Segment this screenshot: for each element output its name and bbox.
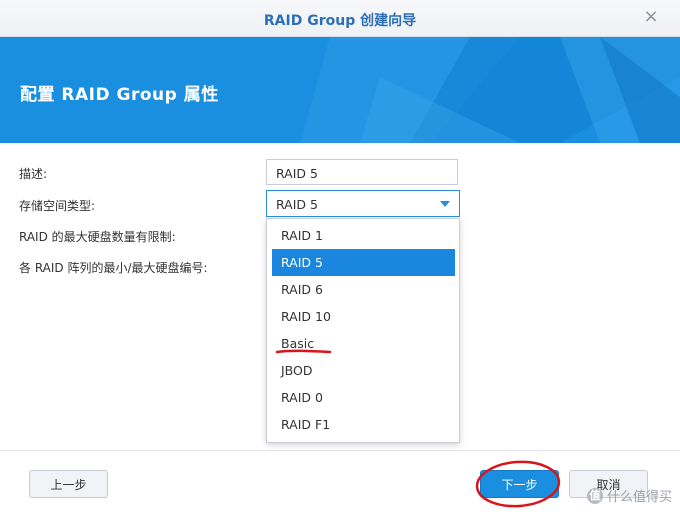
dropdown-option-raid5[interactable]: RAID 5	[272, 249, 455, 276]
chevron-down-icon[interactable]	[440, 201, 450, 207]
storage-type-select[interactable]: RAID 5	[266, 190, 460, 217]
max-disks-label: RAID 的最大硬盘数量有限制:	[19, 230, 176, 244]
watermark: 值 什么值得买	[586, 486, 672, 505]
window-title: RAID Group 创建向导	[263, 13, 417, 29]
description-label: 描述:	[19, 167, 48, 181]
min-max-disks-label: 各 RAID 阵列的最小/最大硬盘编号:	[19, 261, 208, 275]
dropdown-option-jbod[interactable]: JBOD	[272, 357, 455, 384]
dropdown-option-raid0[interactable]: RAID 0	[272, 384, 455, 411]
next-button[interactable]: 下一步	[480, 470, 559, 498]
window-titlebar: RAID Group 创建向导 ×	[0, 0, 680, 37]
storage-type-dropdown: RAID 1 RAID 5 RAID 6 RAID 10 Basic JBOD …	[266, 218, 460, 443]
description-field[interactable]: RAID 5	[266, 159, 458, 185]
dropdown-option-raid1[interactable]: RAID 1	[272, 222, 455, 249]
header-banner: 配置 RAID Group 属性	[0, 37, 680, 143]
storage-type-label: 存储空间类型:	[19, 199, 96, 213]
previous-button[interactable]: 上一步	[29, 470, 108, 498]
dropdown-option-basic[interactable]: Basic	[272, 330, 455, 357]
close-icon[interactable]: ×	[640, 6, 662, 28]
dropdown-option-raid10[interactable]: RAID 10	[272, 303, 455, 330]
dropdown-option-raid6[interactable]: RAID 6	[272, 276, 455, 303]
dropdown-option-raidf1[interactable]: RAID F1	[272, 411, 455, 438]
wizard-footer: 上一步 下一步 取消	[0, 450, 680, 514]
watermark-text: 什么值得买	[606, 490, 672, 505]
storage-type-value: RAID 5	[276, 197, 318, 212]
watermark-logo: 值	[586, 487, 603, 504]
page-heading: 配置 RAID Group 属性	[20, 85, 219, 105]
